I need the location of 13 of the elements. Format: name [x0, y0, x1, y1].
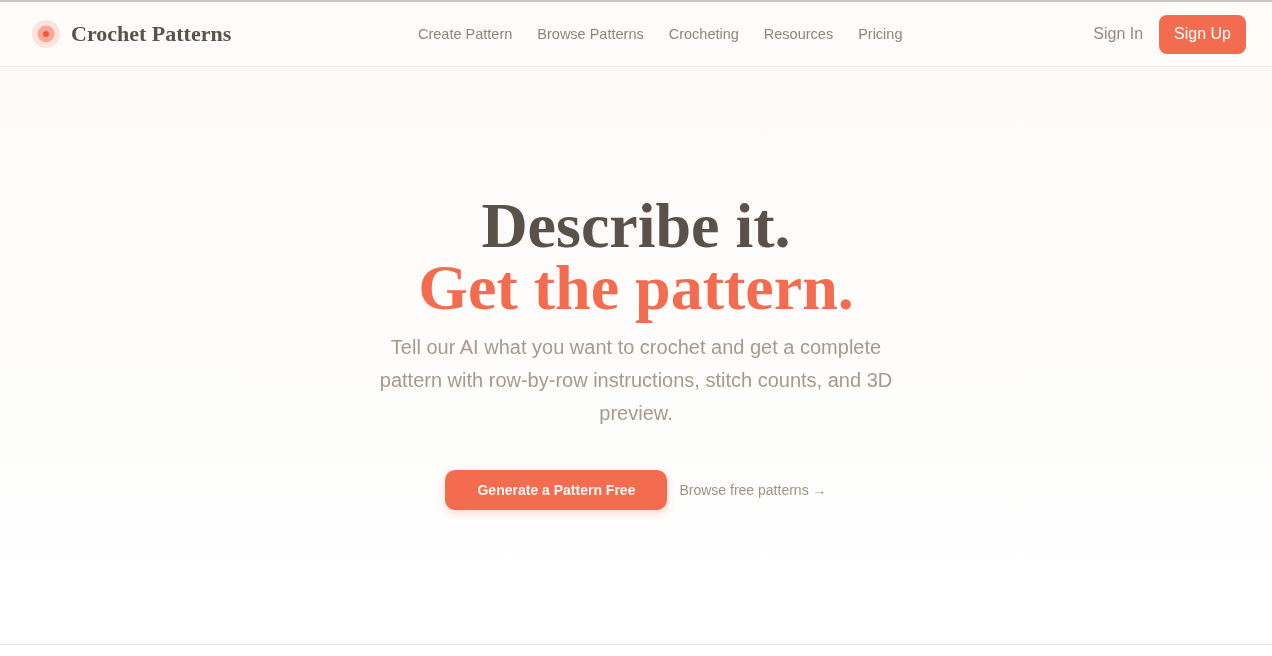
sign-up-button[interactable]: Sign Up [1159, 14, 1246, 54]
generate-pattern-button[interactable]: Generate a Pattern Free [445, 470, 668, 510]
nav-link[interactable]: Create Pattern [418, 26, 513, 42]
brand-name: Crochet Patterns [71, 21, 232, 47]
concentric-circles-logo-icon [32, 20, 60, 48]
nav-link[interactable]: Crocheting [668, 26, 739, 42]
nav-link[interactable]: Browse Patterns [537, 26, 644, 42]
nav-link[interactable]: Pricing [858, 26, 903, 42]
hero-headline: Describe it. [481, 195, 791, 257]
nav-link[interactable]: Resources [763, 26, 834, 42]
sign-in-link[interactable]: Sign In [1093, 25, 1144, 43]
hero-description: Tell our AI what you want to crochet and get a complete pattern with row-by-row instructions, stitch counts, and 3D preview. [378, 335, 894, 426]
browse-patterns-link[interactable]: Browse free patterns → [679, 482, 827, 498]
